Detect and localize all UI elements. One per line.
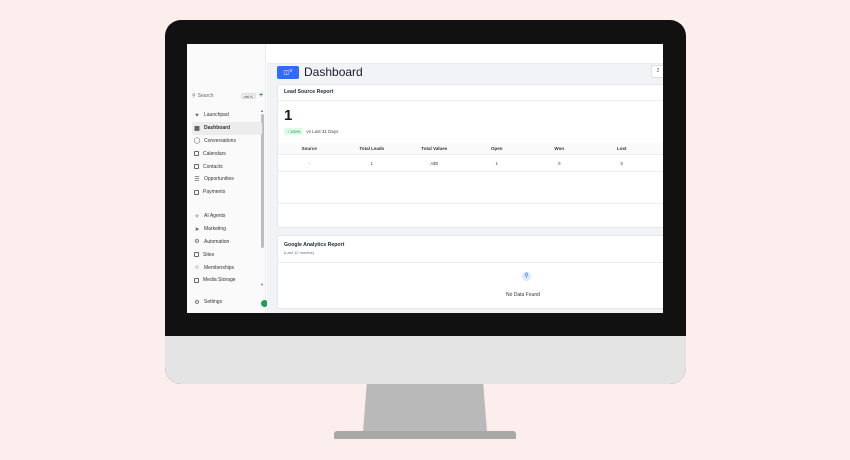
- sidebar-item-memberships[interactable]: ☆ Memberships: [192, 261, 262, 274]
- top-bar: [267, 44, 663, 64]
- sidebar-item-ai-agents[interactable]: ✧ AI Agents: [192, 210, 262, 223]
- empty-state-text: No Data Found: [506, 292, 540, 298]
- sidebar-item-label: Contacts: [203, 163, 223, 170]
- sidebar-item-label: Launchpad: [204, 112, 229, 119]
- sidebar-item-label: Calendars: [203, 150, 226, 157]
- calendar-icon: [194, 151, 199, 157]
- column-header[interactable]: Won: [528, 146, 591, 151]
- table-cell: A$0: [430, 160, 439, 166]
- sidebar-item-launchpad[interactable]: ✦ Launchpad: [192, 109, 262, 122]
- sidebar-item-label: Dashboard: [204, 125, 231, 132]
- column-header[interactable]: Total Leads: [341, 146, 404, 151]
- divider: [278, 171, 663, 172]
- page-header: ◫ ˅ Dashboard: [277, 64, 363, 80]
- card-title: Lead Source Report: [284, 89, 334, 95]
- lead-source-report-card: Lead Source Report 1 ↑ 100% vs Last 31 D…: [277, 84, 663, 228]
- sidebar-item-calendars[interactable]: Calendars: [192, 147, 262, 160]
- sidebar-item-dashboard[interactable]: ▦ Dashboard: [192, 121, 262, 135]
- sidebar-item-label: Automation: [204, 238, 230, 245]
- sidebar-item-label: Conversations: [204, 137, 236, 144]
- column-header[interactable]: Source: [278, 146, 341, 151]
- table-cell: 1: [370, 160, 373, 166]
- change-badge: ↑ 100%: [284, 128, 304, 135]
- table-cell: 0: [620, 160, 623, 166]
- page-title: Dashboard: [304, 65, 363, 79]
- payments-icon: [194, 189, 199, 195]
- sidebar-item-marketing[interactable]: ➤ Marketing: [192, 223, 262, 236]
- table-header: Source Total Leads Total Values Open Won…: [278, 143, 663, 155]
- sidebar-item-contacts[interactable]: Contacts: [192, 160, 262, 173]
- sidebar-item-label: AI Agents: [204, 213, 226, 220]
- sidebar-item-payments[interactable]: Payments: [192, 186, 262, 199]
- sparkle-icon: ✧: [194, 213, 200, 220]
- sidebar-item-label: Memberships: [204, 264, 235, 271]
- sidebar-item-label: Marketing: [204, 226, 226, 233]
- sidebar-item-label: Opportunities: [204, 176, 234, 183]
- send-icon: ➤: [194, 226, 200, 233]
- total-leads-value: 1: [284, 107, 293, 124]
- monitor-base: [334, 431, 516, 439]
- chevron-down-icon: ˅: [289, 69, 293, 75]
- search-icon: ⚲: [522, 272, 531, 281]
- table-cell: 1: [495, 160, 498, 166]
- sidebar-item-label: Payments: [203, 189, 226, 196]
- monitor-chin: [165, 336, 686, 384]
- date-range-picker[interactable]: 2: [651, 65, 663, 78]
- app-screen: ⚲ Search ctrl K + ▲ ▼ ✦ Launchpad ▦ Dash…: [187, 44, 663, 313]
- add-button[interactable]: +: [258, 92, 264, 99]
- contacts-icon: [194, 164, 199, 170]
- divider: [278, 100, 663, 101]
- sidebar-item-label: Settings: [204, 299, 223, 306]
- gear-icon: ⚙: [194, 299, 200, 306]
- card-title: Google Analytics Report: [284, 242, 345, 248]
- sidebar-item-media-storage[interactable]: Media Storage: [192, 274, 262, 287]
- column-header[interactable]: Lost: [591, 146, 654, 151]
- search-label: Search: [197, 92, 214, 99]
- sidebar-item-sites[interactable]: Sites: [192, 248, 262, 261]
- main-content: ◫ ˅ Dashboard 2 Lead Source Report 1 ↑ 10…: [267, 44, 663, 313]
- chat-icon: ◯: [193, 138, 201, 145]
- filter-icon: ☰: [194, 176, 200, 183]
- sidebar: ⚲ Search ctrl K + ▲ ▼ ✦ Launchpad ▦ Dash…: [187, 44, 268, 313]
- column-header[interactable]: Total Values: [403, 146, 466, 151]
- media-icon: [194, 277, 199, 283]
- search-bar[interactable]: ⚲ Search ctrl K +: [192, 91, 264, 100]
- table-cell: 0: [557, 160, 561, 166]
- column-header[interactable]: Open: [466, 146, 529, 151]
- table-row[interactable]: - 1 A$0 1 0 0: [278, 157, 663, 169]
- sites-icon: [194, 252, 199, 258]
- change-text: vs Last 31 Days: [306, 129, 339, 134]
- sidebar-nav-primary: ✦ Launchpad ▦ Dashboard ◯ Conversations …: [192, 109, 262, 199]
- divider: [278, 203, 663, 204]
- google-analytics-report-card: Google Analytics Report (Last 12 months)…: [277, 235, 663, 309]
- table-cell: -: [308, 160, 311, 166]
- sidebar-item-label: Media Storage: [203, 277, 236, 284]
- shortcut-hint: ctrl K: [240, 92, 256, 99]
- monitor-stand: [363, 384, 487, 432]
- grid-icon: ▦: [194, 125, 200, 132]
- card-subtitle: (Last 12 months): [284, 250, 315, 255]
- sidebar-item-automation[interactable]: ⚙ Automation: [192, 236, 262, 249]
- change-indicator: ↑ 100% vs Last 31 Days: [284, 128, 338, 135]
- dashboard-switcher-button[interactable]: ◫ ˅: [277, 65, 299, 79]
- sidebar-footer: ⚙ Settings: [192, 296, 262, 309]
- search-icon: ⚲: [192, 92, 196, 99]
- sidebar-item-label: Sites: [203, 251, 215, 258]
- monitor-frame: ⚲ Search ctrl K + ▲ ▼ ✦ Launchpad ▦ Dash…: [165, 20, 686, 384]
- membership-icon: ☆: [194, 265, 200, 272]
- divider: [278, 262, 663, 263]
- rocket-icon: ✦: [194, 112, 200, 119]
- sidebar-item-opportunities[interactable]: ☰ Opportunities: [192, 173, 262, 186]
- sidebar-item-conversations[interactable]: ◯ Conversations: [192, 135, 262, 148]
- automation-icon: ⚙: [194, 239, 200, 246]
- sidebar-nav-secondary: ✧ AI Agents ➤ Marketing ⚙ Automation Sit…: [192, 210, 262, 287]
- sidebar-item-settings[interactable]: ⚙ Settings: [192, 296, 262, 309]
